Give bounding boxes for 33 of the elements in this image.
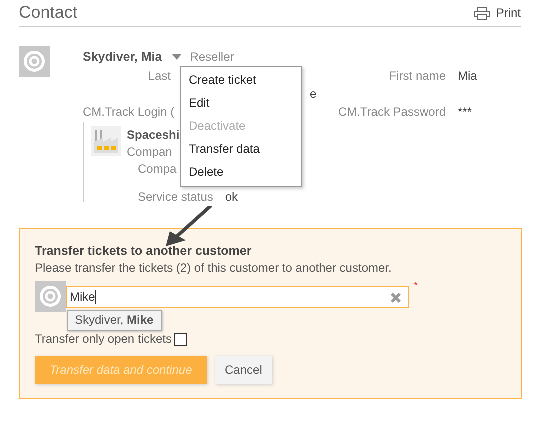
pointer-arrow	[166, 206, 212, 246]
field-value: ***	[458, 104, 474, 118]
checkbox-label: Transfer only open tickets	[35, 332, 172, 346]
panel-heading: Transfer tickets to another customer	[35, 244, 253, 260]
field-label: CM.Track Password	[338, 104, 446, 118]
field-label: Compan	[127, 144, 172, 161]
contact-name: Skydiver, Mia	[83, 50, 162, 64]
required-mark: *	[414, 281, 418, 292]
field-value: Mia	[458, 69, 478, 83]
field-label: Service status	[138, 189, 214, 206]
company-name: Spaceshi	[127, 127, 180, 144]
menu-item[interactable]: Create ticket	[181, 69, 301, 92]
contact-role: Reseller	[190, 50, 234, 64]
menu-item[interactable]: Edit	[181, 92, 301, 115]
field-label: CM.Track Login (	[83, 104, 175, 118]
field-value: e	[310, 87, 317, 101]
menu-item[interactable]: Delete	[181, 161, 301, 184]
suggestion-item[interactable]: Skydiver, Mike	[67, 310, 162, 331]
field-label: Last	[147, 69, 171, 83]
caret-icon[interactable]	[172, 54, 182, 60]
page-title: Contact	[19, 3, 78, 23]
factory-icon	[91, 126, 121, 156]
cancel-button[interactable]: Cancel	[215, 356, 272, 384]
checkbox[interactable]	[174, 332, 187, 346]
clear-icon[interactable]	[390, 292, 402, 304]
field-label: Compa	[138, 161, 177, 178]
panel-text: Please transfer the tickets (2) of this customer to another customer.	[35, 261, 393, 277]
field-label: First name	[389, 69, 446, 83]
customer-field[interactable]: Mike	[66, 286, 409, 308]
field-value: ok	[225, 189, 238, 206]
menu-item[interactable]: Transfer data	[181, 138, 301, 161]
print-button[interactable]: Print	[474, 6, 521, 20]
printer-icon	[474, 6, 490, 20]
